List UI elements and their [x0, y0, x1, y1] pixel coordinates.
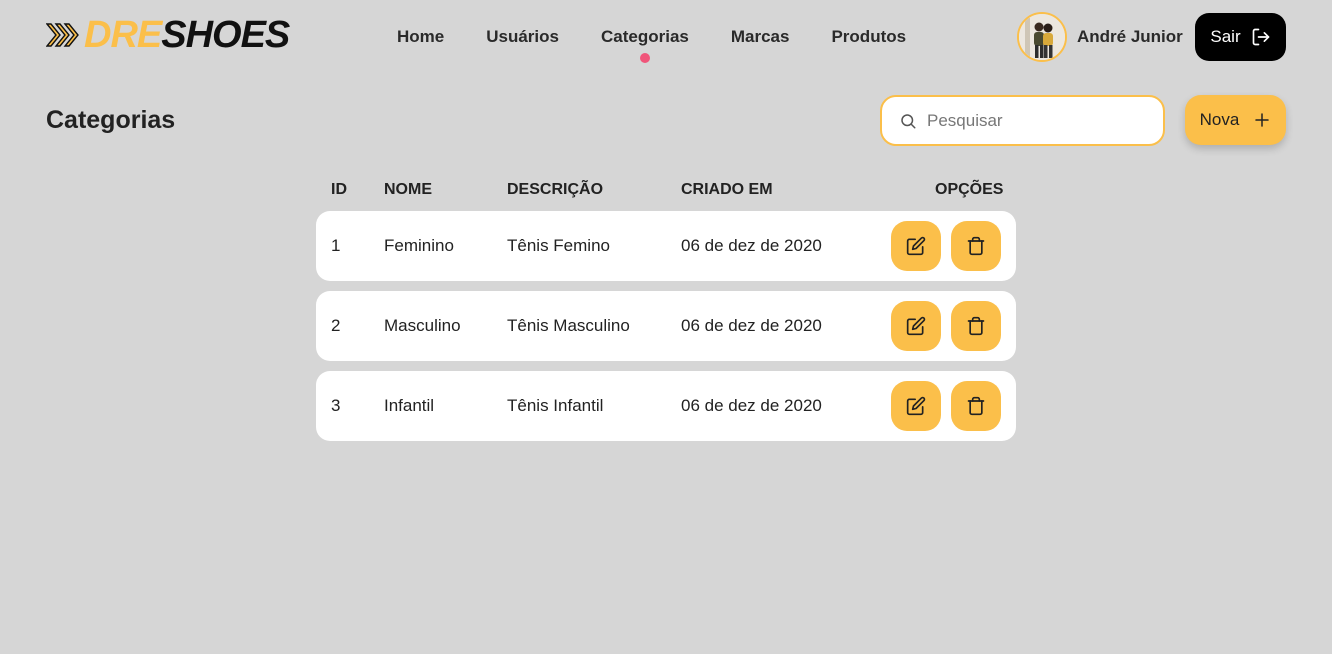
row-nome: Masculino — [384, 316, 461, 335]
trash-icon — [967, 236, 985, 256]
log-out-icon — [1252, 28, 1269, 46]
delete-button[interactable] — [951, 381, 1001, 431]
new-category-button[interactable]: Nova — [1185, 95, 1286, 145]
row-descricao: Tênis Masculino — [507, 316, 630, 335]
search-input[interactable] — [927, 110, 1147, 131]
user-name: André Junior — [1077, 27, 1183, 46]
row-criado-em: 06 de dez de 2020 — [681, 236, 822, 255]
chevrons-right-icon — [46, 23, 79, 47]
avatar-photo — [1019, 14, 1065, 60]
main-nav: Home Usuários Categorias Marcas Produtos — [397, 26, 948, 63]
brand-name-part2: SHOES — [161, 14, 290, 56]
logout-label: Sair — [1210, 27, 1241, 46]
column-header-id: ID — [331, 181, 347, 198]
row-criado-em: 06 de dez de 2020 — [681, 396, 822, 415]
avatar[interactable] — [1017, 12, 1067, 62]
user-profile[interactable]: André Junior — [1017, 12, 1183, 62]
nav-item-label: Marcas — [730, 27, 790, 46]
column-header-criado-em: CRIADO EM — [681, 181, 773, 198]
new-button-label: Nova — [1199, 110, 1240, 129]
search-icon — [901, 113, 916, 128]
row-descricao: Tênis Femino — [507, 236, 610, 255]
search-box[interactable] — [880, 95, 1165, 146]
nav-item-label: Categorias — [600, 27, 689, 46]
table-row: 2 Masculino Tênis Masculino 06 de dez de… — [316, 291, 1016, 361]
edit-button[interactable] — [891, 301, 941, 351]
nav-item-label: Usuários — [486, 27, 559, 46]
nav-item-label: Home — [397, 27, 445, 46]
row-nome: Infantil — [384, 396, 435, 415]
table-row: 1 Feminino Tênis Femino 06 de dez de 202… — [316, 211, 1016, 281]
brand-name: DRE SHOES — [84, 14, 290, 56]
trash-icon — [967, 316, 985, 336]
trash-icon — [967, 396, 985, 416]
edit-button[interactable] — [891, 381, 941, 431]
row-id: 2 — [331, 316, 341, 335]
row-nome: Feminino — [384, 236, 454, 255]
delete-button[interactable] — [951, 221, 1001, 271]
row-descricao: Tênis Infantil — [507, 396, 604, 415]
delete-button[interactable] — [951, 301, 1001, 351]
row-criado-em: 06 de dez de 2020 — [681, 316, 822, 335]
nav-item-home[interactable]: Home — [397, 26, 444, 48]
brand-logo[interactable]: DRE SHOES — [46, 14, 290, 56]
row-id: 3 — [331, 396, 341, 415]
table-header: ID NOME DESCRIÇÃO CRIADO EM OPÇÕES — [316, 181, 1016, 203]
nav-item-marcas[interactable]: Marcas — [731, 26, 790, 48]
nav-item-produtos[interactable]: Produtos — [831, 26, 906, 48]
row-id: 1 — [331, 236, 341, 255]
nav-item-usuarios[interactable]: Usuários — [486, 26, 559, 48]
edit-icon — [906, 396, 926, 416]
nav-item-categorias[interactable]: Categorias — [600, 26, 689, 63]
edit-icon — [906, 316, 926, 336]
page-title: Categorias — [46, 106, 176, 134]
column-header-descricao: DESCRIÇÃO — [507, 181, 604, 198]
table-row: 3 Infantil Tênis Infantil 06 de dez de 2… — [316, 371, 1016, 441]
edit-button[interactable] — [891, 221, 941, 271]
nav-item-label: Produtos — [831, 27, 907, 46]
brand-name-part1: DRE — [84, 14, 162, 56]
top-header: DRE SHOES Home Usuários Categorias Marcas… — [0, 0, 1332, 74]
column-header-opcoes: OPÇÕES — [935, 181, 1004, 198]
active-indicator-dot — [639, 53, 650, 63]
column-header-nome: NOME — [384, 181, 432, 198]
plus-icon — [1255, 113, 1270, 127]
logout-button[interactable]: Sair — [1195, 13, 1286, 61]
edit-icon — [906, 236, 926, 256]
